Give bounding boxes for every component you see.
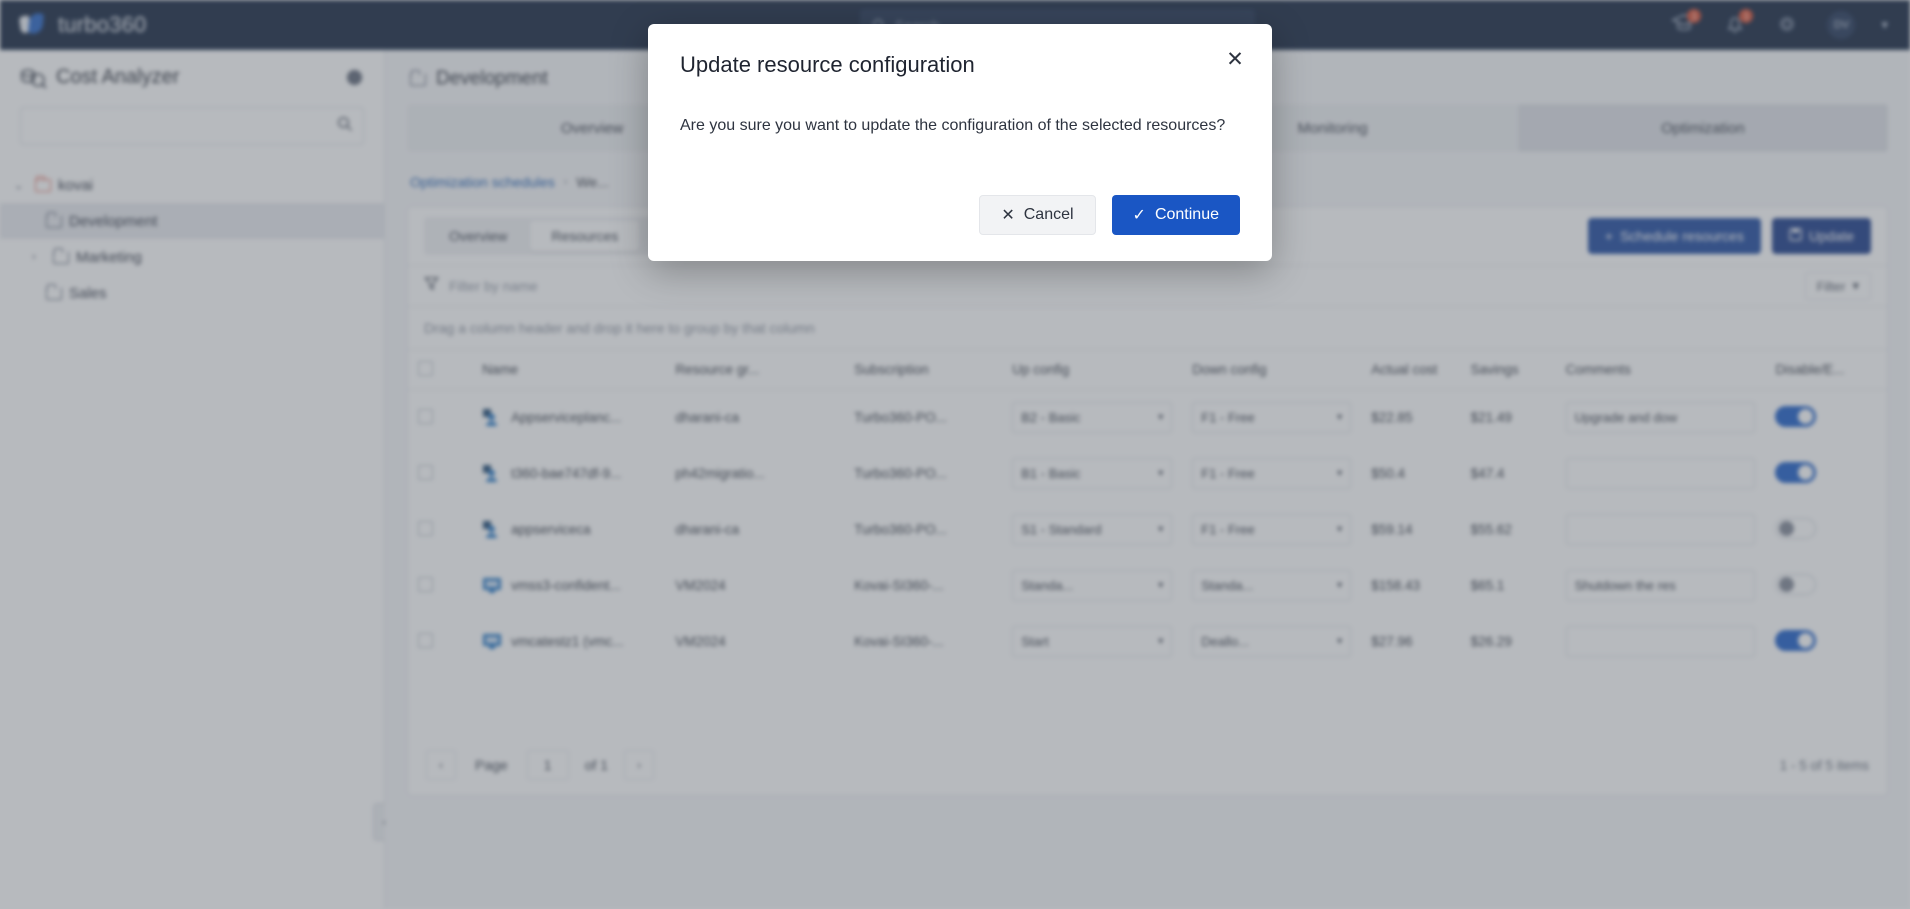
dialog-actions: ✕ Cancel ✓ Continue bbox=[680, 194, 1240, 235]
check-icon: ✓ bbox=[1132, 206, 1146, 224]
cancel-label: Cancel bbox=[1023, 205, 1074, 223]
close-icon: ✕ bbox=[1001, 206, 1015, 224]
continue-button[interactable]: ✓ Continue bbox=[1111, 194, 1240, 235]
dialog-title: Update resource configuration bbox=[680, 52, 975, 77]
update-resource-configuration-dialog: Update resource configuration ✕ Are you … bbox=[648, 24, 1272, 261]
continue-label: Continue bbox=[1154, 205, 1219, 223]
close-icon[interactable]: ✕ bbox=[1224, 49, 1246, 72]
cancel-button[interactable]: ✕ Cancel bbox=[979, 194, 1096, 235]
dialog-message: Are you sure you want to update the conf… bbox=[680, 117, 1226, 134]
